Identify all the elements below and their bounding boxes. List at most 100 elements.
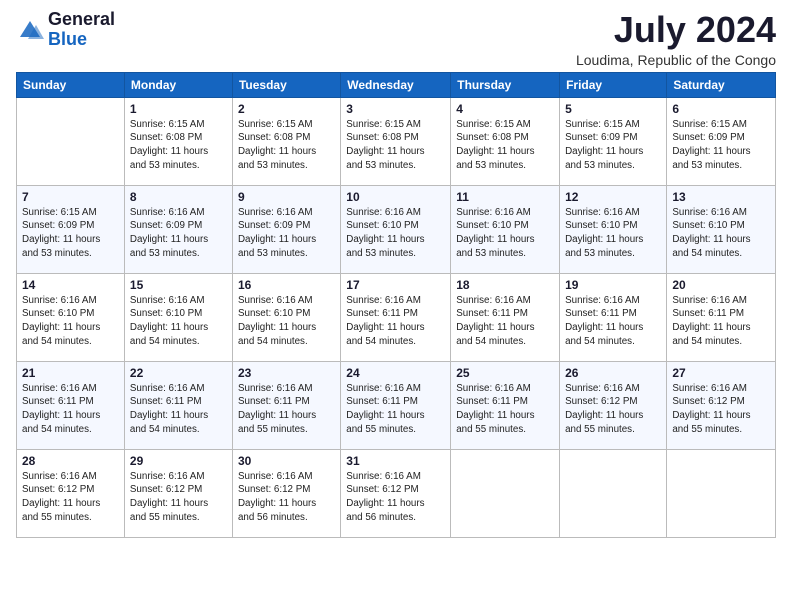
day-number: 15 [130, 278, 227, 292]
cell-info: Sunrise: 6:16 AM Sunset: 6:10 PM Dayligh… [565, 206, 661, 261]
calendar-body: 1 Sunrise: 6:15 AM Sunset: 6:08 PM Daylig… [17, 97, 776, 537]
calendar-cell: 11Sunrise: 6:16 AM Sunset: 6:10 PM Dayli… [451, 185, 560, 273]
cell-info: Sunrise: 6:16 AM Sunset: 6:11 PM Dayligh… [346, 382, 445, 437]
header: General Blue July 2024 Loudima, Republic… [16, 10, 776, 68]
calendar-header-friday: Friday [560, 72, 667, 97]
cell-info: Sunrise: 6:16 AM Sunset: 6:11 PM Dayligh… [565, 294, 661, 349]
day-number: 7 [22, 190, 119, 204]
day-number: 28 [22, 454, 119, 468]
day-number: 21 [22, 366, 119, 380]
day-number: 25 [456, 366, 554, 380]
day-number: 29 [130, 454, 227, 468]
page: General Blue July 2024 Loudima, Republic… [0, 0, 792, 612]
day-number: 9 [238, 190, 335, 204]
calendar-cell: 28Sunrise: 6:16 AM Sunset: 6:12 PM Dayli… [17, 449, 125, 537]
calendar-cell: 10Sunrise: 6:16 AM Sunset: 6:10 PM Dayli… [341, 185, 451, 273]
calendar-cell: 14Sunrise: 6:16 AM Sunset: 6:10 PM Dayli… [17, 273, 125, 361]
day-number: 2 [238, 102, 335, 116]
day-number: 14 [22, 278, 119, 292]
day-number: 12 [565, 190, 661, 204]
calendar-header-row: SundayMondayTuesdayWednesdayThursdayFrid… [17, 72, 776, 97]
calendar-cell: 12 Sunrise: 6:16 AM Sunset: 6:10 PM Dayli… [560, 185, 667, 273]
cell-info: Sunrise: 6:15 AM Sunset: 6:09 PM Dayligh… [22, 206, 119, 261]
calendar-cell: 31 Sunrise: 6:16 AM Sunset: 6:12 PM Dayli… [341, 449, 451, 537]
calendar-cell [17, 97, 125, 185]
day-number: 11 [456, 190, 554, 204]
location: Loudima, Republic of the Congo [576, 52, 776, 68]
calendar-cell [667, 449, 776, 537]
day-number: 17 [346, 278, 445, 292]
title-block: July 2024 Loudima, Republic of the Congo [576, 10, 776, 68]
logo-blue: Blue [48, 30, 115, 50]
calendar-cell: 6 Sunrise: 6:15 AM Sunset: 6:09 PM Daylig… [667, 97, 776, 185]
calendar-header-saturday: Saturday [667, 72, 776, 97]
day-number: 30 [238, 454, 335, 468]
cell-info: Sunrise: 6:16 AM Sunset: 6:10 PM Dayligh… [238, 294, 335, 349]
day-number: 1 [130, 102, 227, 116]
cell-info: Sunrise: 6:15 AM Sunset: 6:09 PM Dayligh… [565, 118, 661, 173]
day-number: 8 [130, 190, 227, 204]
logo-general: General [48, 10, 115, 30]
cell-info: Sunrise: 6:15 AM Sunset: 6:09 PM Dayligh… [672, 118, 770, 173]
cell-info: Sunrise: 6:16 AM Sunset: 6:10 PM Dayligh… [130, 294, 227, 349]
day-number: 26 [565, 366, 661, 380]
day-number: 6 [672, 102, 770, 116]
day-number: 4 [456, 102, 554, 116]
calendar-cell: 1 Sunrise: 6:15 AM Sunset: 6:08 PM Daylig… [124, 97, 232, 185]
day-number: 23 [238, 366, 335, 380]
cell-info: Sunrise: 6:16 AM Sunset: 6:09 PM Dayligh… [238, 206, 335, 261]
day-number: 16 [238, 278, 335, 292]
cell-info: Sunrise: 6:16 AM Sunset: 6:11 PM Dayligh… [456, 382, 554, 437]
cell-info: Sunrise: 6:16 AM Sunset: 6:11 PM Dayligh… [672, 294, 770, 349]
calendar-week-2: 7 Sunrise: 6:15 AM Sunset: 6:09 PM Daylig… [17, 185, 776, 273]
calendar-header-monday: Monday [124, 72, 232, 97]
cell-info: Sunrise: 6:15 AM Sunset: 6:08 PM Dayligh… [238, 118, 335, 173]
calendar-week-5: 28 Sunrise: 6:16 AM Sunset: 6:12 PM Dayli… [17, 449, 776, 537]
cell-info: Sunrise: 6:16 AM Sunset: 6:11 PM Dayligh… [238, 382, 335, 437]
calendar-cell: 8Sunrise: 6:16 AM Sunset: 6:09 PM Daylig… [124, 185, 232, 273]
calendar-cell: 15 Sunrise: 6:16 AM Sunset: 6:10 PM Dayli… [124, 273, 232, 361]
calendar-table: SundayMondayTuesdayWednesdayThursdayFrid… [16, 72, 776, 538]
calendar-week-4: 21 Sunrise: 6:16 AM Sunset: 6:11 PM Dayli… [17, 361, 776, 449]
logo-text: General Blue [48, 10, 115, 50]
cell-info: Sunrise: 6:15 AM Sunset: 6:08 PM Dayligh… [130, 118, 227, 173]
calendar-cell: 25 Sunrise: 6:16 AM Sunset: 6:11 PM Dayli… [451, 361, 560, 449]
cell-info: Sunrise: 6:16 AM Sunset: 6:11 PM Dayligh… [346, 294, 445, 349]
logo: General Blue [16, 10, 115, 50]
cell-info: Sunrise: 6:16 AM Sunset: 6:12 PM Dayligh… [346, 470, 445, 525]
cell-info: Sunrise: 6:15 AM Sunset: 6:08 PM Dayligh… [456, 118, 554, 173]
calendar-week-1: 1 Sunrise: 6:15 AM Sunset: 6:08 PM Daylig… [17, 97, 776, 185]
calendar-cell: 29 Sunrise: 6:16 AM Sunset: 6:12 PM Dayli… [124, 449, 232, 537]
calendar-header-sunday: Sunday [17, 72, 125, 97]
cell-info: Sunrise: 6:15 AM Sunset: 6:08 PM Dayligh… [346, 118, 445, 173]
cell-info: Sunrise: 6:16 AM Sunset: 6:12 PM Dayligh… [672, 382, 770, 437]
month-title: July 2024 [576, 10, 776, 50]
day-number: 20 [672, 278, 770, 292]
calendar-cell [560, 449, 667, 537]
calendar-cell: 19Sunrise: 6:16 AM Sunset: 6:11 PM Dayli… [560, 273, 667, 361]
calendar-cell: 24 Sunrise: 6:16 AM Sunset: 6:11 PM Dayli… [341, 361, 451, 449]
calendar-cell [451, 449, 560, 537]
calendar-cell: 18 Sunrise: 6:16 AM Sunset: 6:11 PM Dayli… [451, 273, 560, 361]
cell-info: Sunrise: 6:16 AM Sunset: 6:12 PM Dayligh… [565, 382, 661, 437]
calendar-cell: 30Sunrise: 6:16 AM Sunset: 6:12 PM Dayli… [232, 449, 340, 537]
calendar-week-3: 14 Sunrise: 6:16 AM Sunset: 6:10 PM Dayli… [17, 273, 776, 361]
day-number: 22 [130, 366, 227, 380]
calendar-header-thursday: Thursday [451, 72, 560, 97]
calendar-cell: 7 Sunrise: 6:15 AM Sunset: 6:09 PM Daylig… [17, 185, 125, 273]
calendar-cell: 26 Sunrise: 6:16 AM Sunset: 6:12 PM Dayli… [560, 361, 667, 449]
cell-info: Sunrise: 6:16 AM Sunset: 6:11 PM Dayligh… [22, 382, 119, 437]
cell-info: Sunrise: 6:16 AM Sunset: 6:11 PM Dayligh… [456, 294, 554, 349]
cell-info: Sunrise: 6:16 AM Sunset: 6:12 PM Dayligh… [130, 470, 227, 525]
cell-info: Sunrise: 6:16 AM Sunset: 6:11 PM Dayligh… [130, 382, 227, 437]
day-number: 10 [346, 190, 445, 204]
day-number: 24 [346, 366, 445, 380]
calendar-cell: 27Sunrise: 6:16 AM Sunset: 6:12 PM Dayli… [667, 361, 776, 449]
day-number: 13 [672, 190, 770, 204]
calendar-cell: 16 Sunrise: 6:16 AM Sunset: 6:10 PM Dayli… [232, 273, 340, 361]
calendar-cell: 5Sunrise: 6:15 AM Sunset: 6:09 PM Daylig… [560, 97, 667, 185]
day-number: 18 [456, 278, 554, 292]
day-number: 31 [346, 454, 445, 468]
calendar-cell: 3Sunrise: 6:15 AM Sunset: 6:08 PM Daylig… [341, 97, 451, 185]
calendar-cell: 21 Sunrise: 6:16 AM Sunset: 6:11 PM Dayli… [17, 361, 125, 449]
